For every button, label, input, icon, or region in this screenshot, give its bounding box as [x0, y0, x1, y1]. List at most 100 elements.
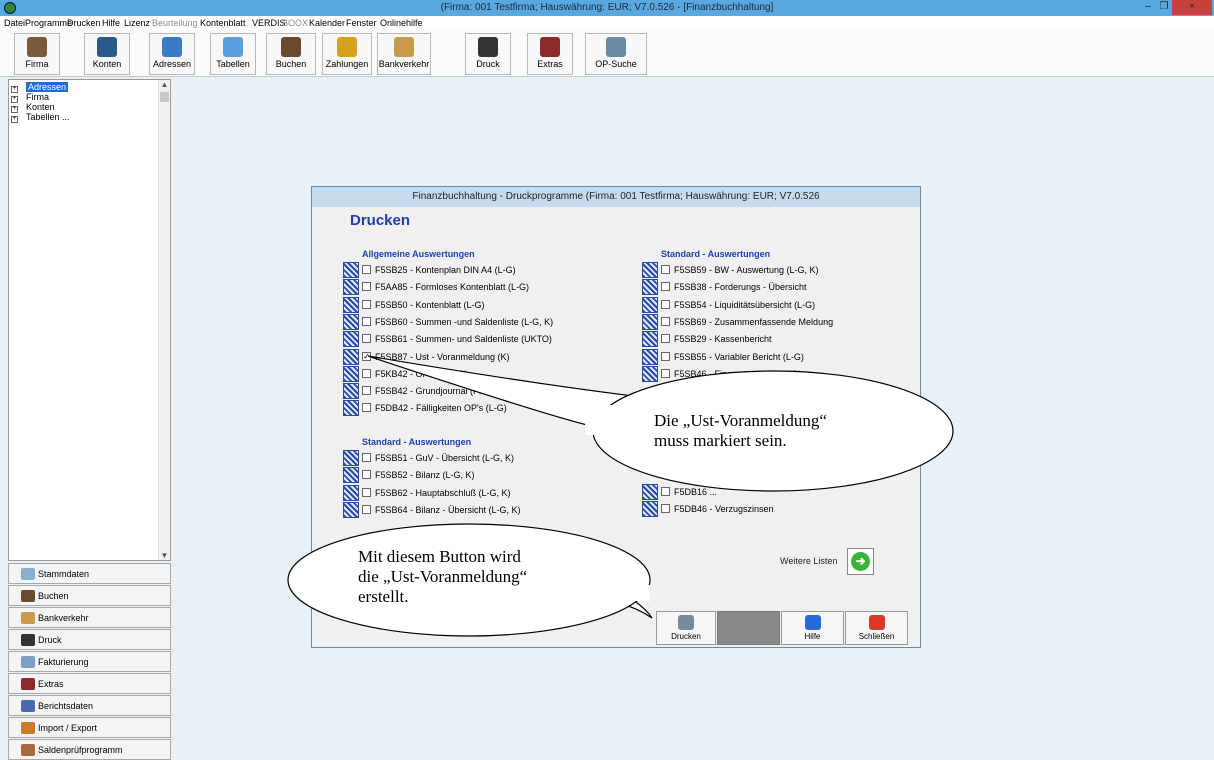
report-checkbox[interactable]: [661, 334, 670, 344]
report-preview-icon[interactable]: [343, 279, 359, 296]
report-checkbox[interactable]: [661, 265, 670, 274]
toolbar-extras-button[interactable]: Extras: [527, 33, 573, 75]
nav-extras-button[interactable]: Extras: [8, 673, 171, 694]
menu-kalender[interactable]: Kalender: [309, 18, 345, 28]
report-preview-icon[interactable]: [642, 331, 658, 348]
minimize-button[interactable]: –: [1140, 0, 1156, 15]
report-preview-icon[interactable]: [343, 450, 359, 466]
toolbar-firma-button[interactable]: Firma: [14, 33, 60, 75]
nav-berichtsdaten-button[interactable]: Berichtsdaten: [8, 695, 171, 716]
report-checkbox[interactable]: [362, 334, 371, 344]
report-preview-icon[interactable]: [343, 484, 359, 501]
nav-import-export-button[interactable]: Import / Export: [8, 717, 171, 738]
report-checkbox[interactable]: [362, 368, 371, 378]
toolbar-op-suche-button[interactable]: OP-Suche: [585, 33, 647, 75]
toolbar-bankverkehr-button[interactable]: Bankverkehr: [377, 33, 431, 75]
nav-saldenpruefprogramm-button[interactable]: Saldenprüfprogramm: [8, 739, 171, 760]
report-row[interactable]: F5KB42 - OP - ... (L-G): [343, 365, 603, 382]
report-preview-icon[interactable]: [343, 262, 359, 278]
report-row[interactable]: F5SB25 - Kontenplan DIN A4 (L-G): [343, 262, 603, 278]
report-row[interactable]: F5SB64 - Bilanz - Übersicht (L-G, K): [343, 501, 603, 518]
report-checkbox[interactable]: [362, 282, 371, 292]
toolbar-tabellen-button[interactable]: Tabellen: [210, 33, 256, 75]
report-row[interactable]: F5DB42 - Fälligkeiten OP's (L-G): [343, 400, 603, 417]
menu-verdis[interactable]: VERDIS: [252, 18, 286, 28]
report-preview-icon[interactable]: [642, 279, 658, 296]
expand-icon[interactable]: +: [11, 116, 18, 123]
menu-kontenblatt[interactable]: Kontenblatt: [200, 18, 246, 28]
report-row[interactable]: F5SB69 - Zusammenfassende Meldung: [642, 313, 902, 330]
report-row[interactable]: F5DB46 - Verzugszinsen: [642, 501, 902, 518]
nav-stammdaten-button[interactable]: Stammdaten: [8, 563, 171, 584]
report-preview-icon[interactable]: [642, 365, 658, 382]
report-row[interactable]: F5SB51 - GuV - Übersicht (L-G, K): [343, 450, 603, 466]
toolbar-zahlungen-button[interactable]: Zahlungen: [322, 33, 372, 75]
toolbar-druck-button[interactable]: Druck: [465, 33, 511, 75]
close-window-button[interactable]: ×: [1172, 0, 1212, 15]
menu-beurteilung[interactable]: Beurteilung: [152, 18, 198, 28]
report-preview-icon[interactable]: [343, 400, 359, 417]
tree-item-tabellen[interactable]: + Tabellen ...: [11, 112, 70, 123]
menu-lizenz[interactable]: Lizenz: [124, 18, 150, 28]
report-checkbox[interactable]: [362, 299, 371, 309]
print-button[interactable]: Drucken: [656, 611, 716, 645]
report-preview-icon[interactable]: [642, 262, 658, 278]
help-button[interactable]: Hilfe: [781, 611, 844, 645]
report-checkbox[interactable]: [362, 386, 371, 396]
menu-datei[interactable]: Datei: [4, 18, 25, 28]
report-checkbox[interactable]: [661, 368, 670, 378]
report-checkbox[interactable]: ✓: [362, 351, 371, 361]
report-preview-icon[interactable]: [642, 501, 658, 518]
report-preview-icon[interactable]: [343, 313, 359, 330]
report-row[interactable]: F5SB52 - Bilanz (L-G, K): [343, 467, 603, 484]
menu-fenster[interactable]: Fenster: [346, 18, 377, 28]
report-checkbox[interactable]: [362, 316, 371, 326]
disabled-button[interactable]: [717, 611, 780, 645]
menu-boox[interactable]: BOOX: [282, 18, 308, 28]
toolbar-konten-button[interactable]: Konten: [84, 33, 130, 75]
report-checkbox[interactable]: [661, 316, 670, 326]
report-preview-icon[interactable]: [343, 296, 359, 313]
report-row[interactable]: F5SB46 - Finanzvorschau (L-G): [642, 365, 902, 382]
toolbar-adressen-button[interactable]: Adressen: [149, 33, 195, 75]
report-preview-icon[interactable]: [642, 348, 658, 365]
menu-hilfe[interactable]: Hilfe: [102, 18, 120, 28]
report-preview-icon[interactable]: [343, 383, 359, 400]
report-row[interactable]: F5SB42 - Grundjournal (Primar...: [343, 383, 603, 400]
scroll-thumb[interactable]: [160, 92, 169, 102]
maximize-button[interactable]: ❐: [1156, 0, 1172, 15]
report-preview-icon[interactable]: [343, 331, 359, 348]
tree-item-konten[interactable]: + Konten: [11, 102, 55, 113]
report-row[interactable]: F5SB62 - Hauptabschluß (L-G, K): [343, 484, 603, 501]
report-row[interactable]: F5SB55 - Variabler Bericht (L-G): [642, 348, 902, 365]
report-checkbox[interactable]: [661, 487, 670, 496]
report-checkbox[interactable]: [661, 282, 670, 292]
toolbar-buchen-button[interactable]: Buchen: [266, 33, 316, 75]
report-preview-icon[interactable]: [343, 348, 359, 365]
report-row[interactable]: F5SB61 - Summen- und Saldenliste (UKTO): [343, 331, 603, 348]
nav-fakturierung-button[interactable]: Fakturierung: [8, 651, 171, 672]
report-row[interactable]: F5AA85 - Formloses Kontenblatt (L-G): [343, 279, 603, 296]
report-checkbox[interactable]: [362, 487, 371, 497]
report-preview-icon[interactable]: [642, 313, 658, 330]
report-preview-icon[interactable]: [343, 501, 359, 518]
report-checkbox[interactable]: [362, 403, 371, 413]
nav-bankverkehr-button[interactable]: Bankverkehr: [8, 607, 171, 628]
menu-onlinehilfe[interactable]: Onlinehilfe: [380, 18, 423, 28]
report-checkbox[interactable]: [362, 504, 371, 514]
report-preview-icon[interactable]: [343, 365, 359, 382]
report-preview-icon[interactable]: [642, 484, 658, 500]
report-checkbox[interactable]: [661, 351, 670, 361]
report-row[interactable]: F5SB59 - BW - Auswertung (L-G, K): [642, 262, 902, 278]
tree-item-adressen[interactable]: + Adressen: [11, 82, 69, 93]
tree-item-firma[interactable]: + Firma: [11, 92, 49, 103]
report-row[interactable]: F5SB50 - Kontenblatt (L-G): [343, 296, 603, 313]
report-row[interactable]: F5SB54 - Liquiditätsübersicht (L-G): [642, 296, 902, 313]
report-row[interactable]: F5DB16 ...: [642, 484, 902, 500]
report-row[interactable]: F5SB38 - Forderungs - Übersicht: [642, 279, 902, 296]
more-lists-button[interactable]: ➔: [847, 548, 874, 575]
report-checkbox[interactable]: [661, 504, 670, 514]
report-preview-icon[interactable]: [343, 467, 359, 484]
nav-buchen-button[interactable]: Buchen: [8, 585, 171, 606]
tree-scrollbar[interactable]: ▲ ▼: [158, 80, 170, 560]
